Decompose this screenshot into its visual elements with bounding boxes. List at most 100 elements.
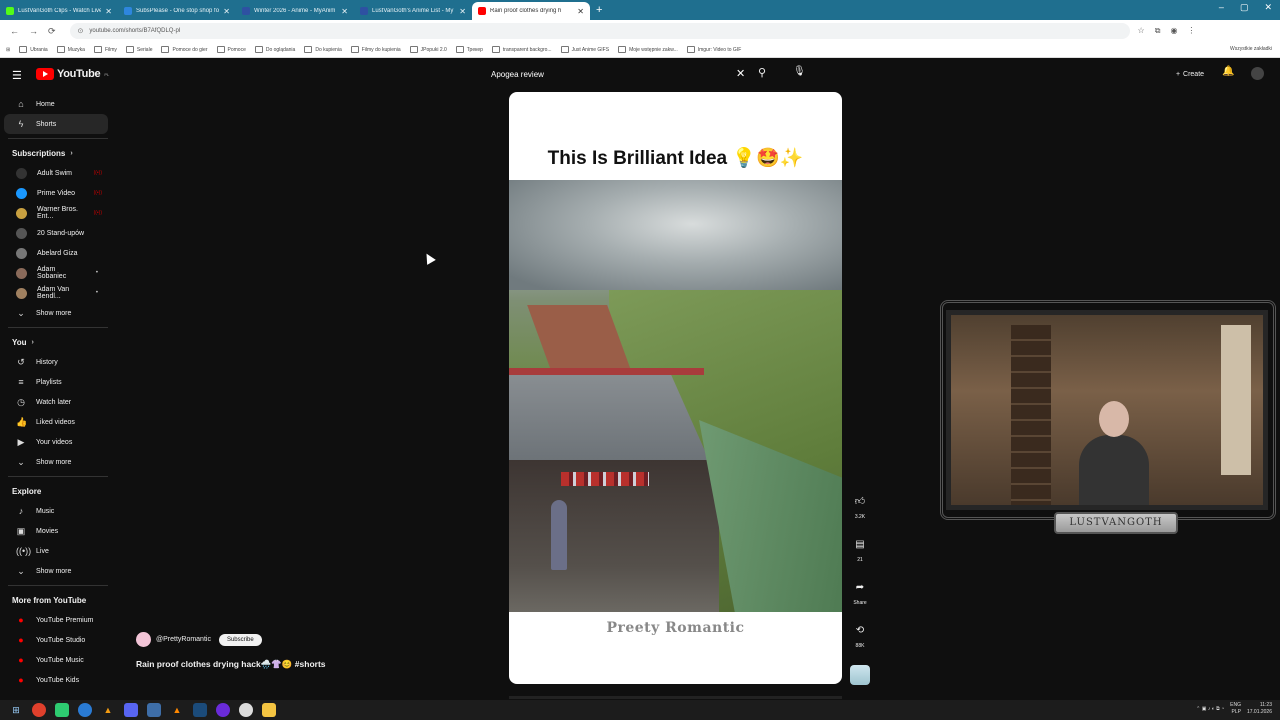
close-window-icon[interactable]: ✕ [1264, 2, 1272, 13]
short-video-frame[interactable] [509, 180, 842, 612]
notifications-bell-icon[interactable]: 🔔 [1222, 66, 1234, 77]
sidebar-item-prime-video[interactable]: Prime Video ((•)) [4, 183, 108, 203]
sidebar-item-youtube-kids[interactable]: ● YouTube Kids [4, 670, 108, 690]
bookmark-item[interactable]: transparent backgro... [491, 46, 552, 53]
bookmark-item[interactable]: Moje wstępnie zakw... [618, 46, 678, 53]
sidebar-item-adult-swim[interactable]: Adult Swim ((•)) [4, 163, 108, 183]
tab-close-icon[interactable]: ✕ [577, 7, 584, 16]
forward-icon[interactable]: → [29, 26, 38, 36]
youtube-logo[interactable]: YouTube PL [36, 68, 109, 80]
vlc-cone-icon[interactable]: ▲ [170, 703, 184, 717]
bookmark-item[interactable]: Seriale [125, 46, 152, 53]
menu-icon[interactable]: ☰ [12, 69, 22, 82]
apps-icon[interactable]: ⊞ [6, 47, 10, 53]
channel-avatar[interactable] [136, 632, 151, 647]
sidebar-item-playlists[interactable]: ≡ Playlists [4, 372, 108, 392]
sidebar-item-music[interactable]: ♪ Music [4, 501, 108, 521]
share-button[interactable]: ➦ Share [848, 577, 872, 607]
sidebar-item-adam-sobaniec[interactable]: Adam Sobaniec • [4, 263, 108, 283]
you-heading[interactable]: You › [0, 332, 116, 352]
progress-bar[interactable] [509, 696, 842, 699]
clear-search-icon[interactable]: ✕ [736, 67, 745, 80]
vlc-icon[interactable]: ▲ [101, 703, 115, 717]
sidebar-item-adam-van-bendl[interactable]: Adam Van Bendl... • [4, 283, 108, 303]
app-green-icon[interactable] [55, 703, 69, 717]
back-icon[interactable]: ← [10, 26, 19, 36]
sidebar-item-youtube-studio[interactable]: ● YouTube Studio [4, 630, 108, 650]
remix-button[interactable]: ⟲ 88K [848, 620, 872, 650]
app-white-icon[interactable] [239, 703, 253, 717]
bookmark-item[interactable]: Filmy do kupienia [350, 46, 401, 53]
tab-close-icon[interactable]: ✕ [341, 7, 348, 16]
search-icon[interactable]: ⚲ [758, 66, 766, 79]
windows-start-icon[interactable]: ⊞ [9, 703, 23, 717]
show-more-explore[interactable]: ⌄ Show more [4, 561, 108, 581]
show-more-subscriptions[interactable]: ⌄ Show more [4, 303, 108, 323]
all-bookmarks[interactable]: Wszystkie zakładki [1230, 46, 1272, 52]
clock[interactable]: 11:23 17.01.2026 [1247, 702, 1272, 716]
channel-name[interactable]: @PrettyRomantic [156, 636, 211, 643]
subscribe-button[interactable]: Subscribe [218, 633, 262, 646]
browser-tab[interactable]: LustVanGoth Clips - Watch Live ✕ [0, 2, 118, 20]
comments-button[interactable]: ▤ 21 [848, 534, 872, 564]
sidebar-item-watch-later[interactable]: ◷ Watch later [4, 392, 108, 412]
language-indicator[interactable]: ENG PLP [1230, 702, 1241, 716]
sidebar-item-youtube-premium[interactable]: ● YouTube Premium [4, 610, 108, 630]
discord-icon[interactable] [124, 703, 138, 717]
microphone-icon[interactable]: 🎙 [793, 66, 806, 77]
account-avatar[interactable] [1251, 67, 1264, 80]
sidebar-item-shorts[interactable]: ϟ Shorts [4, 114, 108, 134]
bookmark-item[interactable]: Muzyka [56, 46, 85, 53]
bookmark-item[interactable]: JPopuki 2.0 [409, 46, 447, 53]
sidebar-item-history[interactable]: ↺ History [4, 352, 108, 372]
tab-close-icon[interactable]: ✕ [105, 7, 112, 16]
site-info-icon[interactable]: ⊙ [78, 27, 84, 35]
browser-tab[interactable]: Rain proof clothes drying h ✕ [472, 2, 590, 20]
extensions-icon[interactable]: ⧉ [1155, 26, 1161, 36]
bookmark-item[interactable]: Pomoce [216, 46, 246, 53]
app-window-icon[interactable] [147, 703, 161, 717]
bookmark-item[interactable]: Imgur: Video to GIF [686, 46, 741, 53]
browser-blue-icon[interactable] [78, 703, 92, 717]
profile-icon[interactable]: ◉ [1170, 26, 1177, 36]
bookmark-item[interactable]: Do kupienia [304, 46, 342, 53]
chrome-icon[interactable] [32, 703, 46, 717]
browser-tab[interactable]: LustVanGoth's Anime List - My ✕ [354, 2, 472, 20]
sidebar-item-abelard-giza[interactable]: Abelard Giza [4, 243, 108, 263]
menu-dots-icon[interactable]: ⋮ [1187, 26, 1195, 36]
bookmark-item[interactable]: Filmy [93, 46, 117, 53]
reload-icon[interactable]: ⟳ [48, 26, 56, 37]
sidebar-item-youtube-music[interactable]: ● YouTube Music [4, 650, 108, 670]
shorts-player[interactable]: This Is Brilliant Idea 💡🤩✨ Preety Romant… [509, 92, 842, 684]
address-bar[interactable]: ⊙ youtube.com/shorts/B7AfQDLQ-pI [69, 23, 1130, 39]
new-tab-button[interactable]: + [596, 4, 602, 16]
subscriptions-heading[interactable]: Subscriptions › [0, 143, 116, 163]
browser-tab[interactable]: SubsPlease - One stop shop fo ✕ [118, 2, 236, 20]
create-button[interactable]: + Create [1166, 65, 1214, 83]
sidebar-item-20-stand-up-w[interactable]: 20 Stand-upów [4, 223, 108, 243]
bookmark-star-icon[interactable]: ☆ [1138, 26, 1145, 36]
sidebar-item-your-videos[interactable]: ▶ Your videos [4, 432, 108, 452]
sidebar-item-liked-videos[interactable]: 👍 Liked videos [4, 412, 108, 432]
sidebar-item-movies[interactable]: ▣ Movies [4, 521, 108, 541]
tab-close-icon[interactable]: ✕ [223, 7, 230, 16]
search-input[interactable]: Apogea review ✕ [484, 64, 754, 84]
steam-icon[interactable] [193, 703, 207, 717]
obs-icon[interactable] [216, 703, 230, 717]
tray-icons[interactable]: ⌃ ▣ ♪ ◐ ⧉ ◔ [1196, 706, 1224, 712]
bookmark-item[interactable]: Pomoce do gier [161, 46, 208, 53]
bookmark-item[interactable]: Трекер [455, 46, 483, 53]
sidebar-item-live[interactable]: ((•)) Live [4, 541, 108, 561]
show-more-you[interactable]: ⌄ Show more [4, 452, 108, 472]
tab-close-icon[interactable]: ✕ [459, 7, 466, 16]
file-explorer-icon[interactable] [262, 703, 276, 717]
minimize-icon[interactable]: – [1219, 2, 1224, 13]
sidebar-item-home[interactable]: ⌂ Home [4, 94, 108, 114]
maximize-icon[interactable]: ▢ [1240, 2, 1249, 13]
bookmark-item[interactable]: Do oglądania [254, 46, 295, 53]
bookmark-item[interactable]: Ubrania [19, 46, 48, 53]
bookmark-item[interactable]: Just Anime GIFS [560, 46, 609, 53]
browser-tab[interactable]: Winter 2026 - Anime - MyAnim ✕ [236, 2, 354, 20]
sound-thumbnail[interactable] [850, 665, 870, 685]
like-button[interactable]: 👍︎ 3.2K [848, 491, 872, 520]
